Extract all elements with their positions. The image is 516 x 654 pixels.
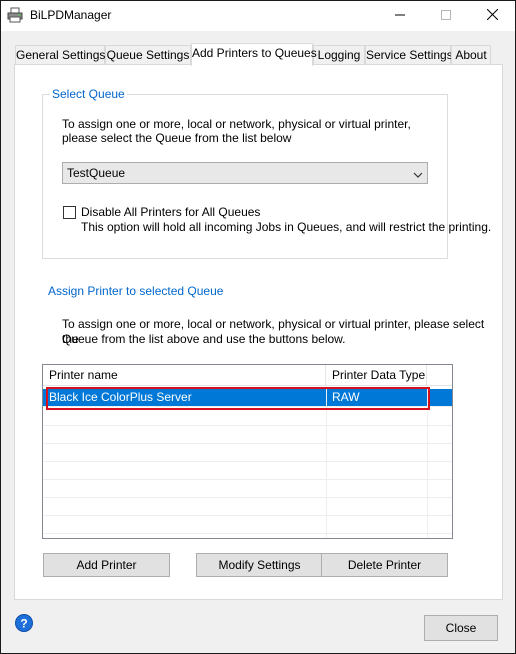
column-printer-data-type[interactable]: Printer Data Type	[326, 365, 427, 386]
minimize-button[interactable]	[377, 1, 423, 31]
delete-printer-button[interactable]: Delete Printer	[321, 553, 448, 577]
empty-row	[43, 516, 452, 534]
tab-about[interactable]: About	[451, 45, 491, 65]
empty-row	[43, 408, 452, 426]
assign-printer-title: Assign Printer to selected Queue	[48, 284, 224, 298]
tab-service-settings[interactable]: Service Settings	[365, 45, 453, 65]
disable-all-printers-note: This option will hold all incoming Jobs …	[81, 220, 492, 234]
chevron-down-icon	[413, 169, 423, 179]
add-printer-button[interactable]: Add Printer	[43, 553, 170, 577]
tab-general-settings[interactable]: General Settings	[15, 45, 105, 65]
empty-row	[43, 498, 452, 516]
tab-queue-settings[interactable]: Queue Settings	[105, 45, 191, 65]
printer-list[interactable]: Printer name Printer Data Type Black Ice…	[42, 364, 453, 539]
disable-all-printers-label[interactable]: Disable All Printers for All Queues	[81, 205, 260, 220]
tab-add-printers-to-queues[interactable]: Add Printers to Queues	[191, 43, 317, 66]
modify-settings-button[interactable]: Modify Settings	[196, 553, 323, 577]
title-bar[interactable]: BiLPDManager	[1, 1, 515, 31]
close-window-button[interactable]	[469, 1, 515, 31]
printer-list-header: Printer name Printer Data Type	[43, 365, 452, 386]
queue-select[interactable]: TestQueue	[62, 162, 428, 184]
bilpd-manager-window: BiLPDManager General Settings Queue Sett…	[0, 0, 516, 654]
queue-select-value: TestQueue	[67, 166, 126, 180]
assign-description-2: Queue from the list above and use the bu…	[62, 332, 346, 346]
disable-all-printers-checkbox[interactable]	[63, 206, 76, 219]
maximize-icon	[441, 9, 451, 23]
empty-row	[43, 444, 452, 462]
empty-row	[43, 426, 452, 444]
help-icon[interactable]: ?	[15, 614, 33, 632]
maximize-button[interactable]	[423, 1, 469, 31]
empty-row	[43, 462, 452, 480]
select-queue-legend: Select Queue	[50, 87, 127, 101]
select-queue-description-1: To assign one or more, local or network,…	[62, 117, 411, 131]
printer-icon	[7, 7, 23, 23]
tab-strip: General Settings Queue Settings Add Prin…	[15, 43, 495, 66]
select-queue-description-2: please select the Queue from the list be…	[62, 131, 292, 145]
close-icon	[486, 8, 498, 23]
minimize-icon	[395, 9, 405, 23]
svg-text:?: ?	[20, 617, 27, 631]
close-button[interactable]: Close	[424, 615, 498, 641]
column-printer-name[interactable]: Printer name	[43, 365, 326, 386]
empty-row	[43, 480, 452, 498]
tab-logging[interactable]: Logging	[313, 45, 365, 65]
add-printers-panel: Select Queue To assign one or more, loca…	[14, 64, 503, 600]
selected-row-highlight	[46, 387, 430, 410]
window-title: BiLPDManager	[30, 8, 112, 22]
